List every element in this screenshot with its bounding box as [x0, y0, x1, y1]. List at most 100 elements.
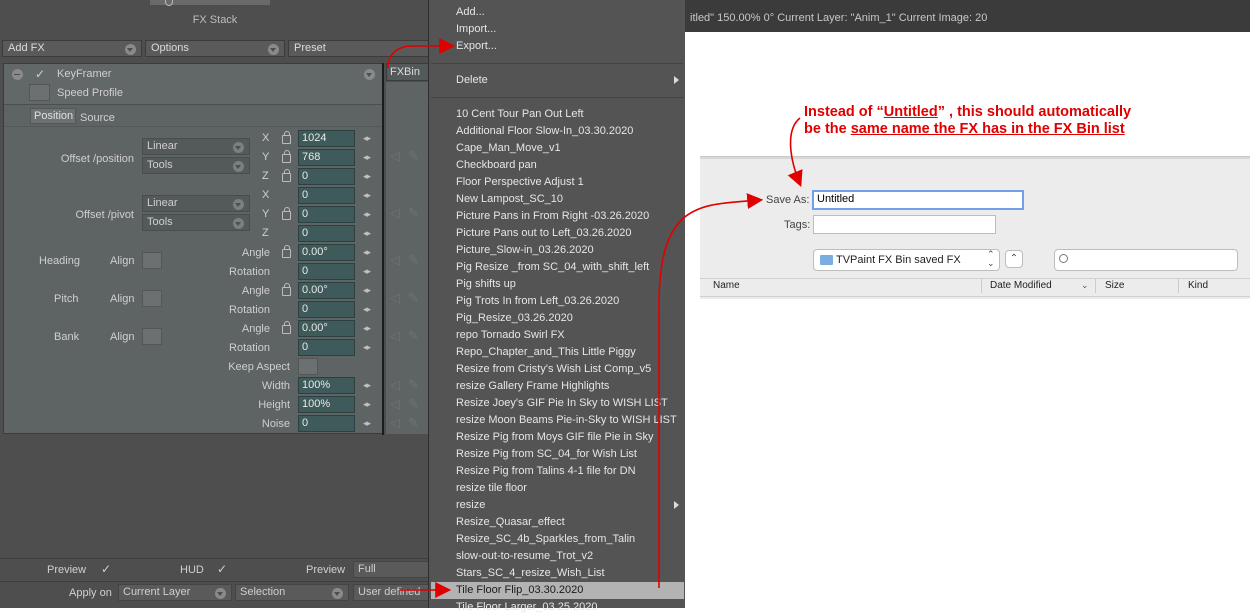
menu-item-preset[interactable]: Floor Perspective Adjust 1 — [456, 176, 584, 188]
pitch-rotation-field[interactable]: 0 — [298, 301, 355, 318]
stepper-arrows-icon[interactable]: ◂▸ — [363, 228, 371, 239]
lock-icon[interactable] — [282, 207, 291, 220]
column-size[interactable]: Size — [1105, 280, 1124, 291]
menu-item-preset[interactable]: Pig Resize _from SC_04_with_shift_left — [456, 261, 649, 273]
menu-item-preset[interactable]: Tile Floor Flip_03.30.2020 — [456, 584, 583, 596]
stepper-arrows-icon[interactable]: ◂▸ — [363, 342, 371, 353]
stepper-arrows-icon[interactable]: ◂▸ — [363, 247, 371, 258]
keyframe-icon[interactable]: ◁ — [390, 290, 400, 306]
menu-item-preset[interactable]: Additional Floor Slow-In_03.30.2020 — [456, 125, 633, 137]
stepper-arrows-icon[interactable]: ◂▸ — [363, 399, 371, 410]
menu-item-preset[interactable]: resize tile floor — [456, 482, 527, 494]
keep-aspect-checkbox[interactable] — [298, 358, 318, 375]
menu-item-preset[interactable]: resize — [456, 499, 485, 511]
wrench-icon[interactable]: ✎ — [408, 205, 419, 221]
tab-position[interactable]: Position — [30, 108, 76, 124]
bank-align-checkbox[interactable] — [142, 328, 162, 345]
heading-angle-field[interactable]: 0.00° — [298, 244, 355, 261]
stepper-arrows-icon[interactable]: ◂▸ — [363, 323, 371, 334]
column-name[interactable]: Name — [713, 280, 740, 291]
checkmark-icon[interactable]: ✓ — [35, 67, 45, 81]
pitch-angle-field[interactable]: 0.00° — [298, 282, 355, 299]
menu-item-preset[interactable]: Picture_Slow-in_03.26.2020 — [456, 244, 594, 256]
noise-field[interactable]: 0 — [298, 415, 355, 432]
bank-rotation-field[interactable]: 0 — [298, 339, 355, 356]
wrench-icon[interactable]: ✎ — [408, 415, 419, 431]
menu-item-preset[interactable]: Repo_Chapter_and_This Little Piggy — [456, 346, 636, 358]
height-field[interactable]: 100% — [298, 396, 355, 413]
lock-icon[interactable] — [282, 150, 291, 163]
user-defined-dropdown[interactable]: User defined — [353, 584, 430, 601]
menu-item-preset[interactable]: 10 Cent Tour Pan Out Left — [456, 108, 584, 120]
preset-dropdown[interactable]: Preset — [288, 40, 430, 57]
stepper-arrows-icon[interactable]: ◂▸ — [363, 380, 371, 391]
options-dropdown[interactable]: Options — [145, 40, 285, 57]
position-x-field[interactable]: 1024 — [298, 130, 355, 147]
menu-item-preset[interactable]: slow-out-to-resume_Trot_v2 — [456, 550, 593, 562]
tab-source[interactable]: Source — [80, 112, 115, 124]
keyframe-icon[interactable]: ◁ — [390, 205, 400, 221]
expand-button[interactable]: ⌃ — [1005, 250, 1023, 268]
menu-item-preset[interactable]: Pig Trots In from Left_03.26.2020 — [456, 295, 619, 307]
keyframe-icon[interactable]: ◁ — [390, 396, 400, 412]
stepper-arrows-icon[interactable]: ◂▸ — [363, 171, 371, 182]
lock-icon[interactable] — [282, 131, 291, 144]
pitch-align-checkbox[interactable] — [142, 290, 162, 307]
folder-popup[interactable]: TVPaint FX Bin saved FX — [813, 249, 1000, 271]
keyframe-icon[interactable]: ◁ — [390, 252, 400, 268]
menu-item-preset[interactable]: Pig_Resize_03.26.2020 — [456, 312, 573, 324]
search-input[interactable] — [1054, 249, 1238, 271]
wrench-icon[interactable]: ✎ — [408, 290, 419, 306]
menu-item-preset[interactable]: Pig shifts up — [456, 278, 516, 290]
wrench-icon[interactable]: ✎ — [408, 396, 419, 412]
fxbin-tab[interactable]: FXBin — [386, 63, 430, 81]
bank-angle-field[interactable]: 0.00° — [298, 320, 355, 337]
menu-item-preset[interactable]: Resize Joey's GIF Pie In Sky to WISH LIS… — [456, 397, 668, 409]
menu-item-preset[interactable]: repo Tornado Swirl FX — [456, 329, 565, 341]
lock-icon[interactable] — [282, 321, 291, 334]
stepper-arrows-icon[interactable]: ◂▸ — [363, 209, 371, 220]
heading-align-checkbox[interactable] — [142, 252, 162, 269]
menu-item-delete[interactable]: Delete — [456, 74, 488, 86]
menu-item-preset[interactable]: Resize Pig from SC_04_for Wish List — [456, 448, 637, 460]
stepper-arrows-icon[interactable]: ◂▸ — [363, 304, 371, 315]
wrench-icon[interactable]: ✎ — [408, 328, 419, 344]
keyframe-icon[interactable]: ◁ — [390, 148, 400, 164]
offset-pivot-mode-dropdown[interactable]: Tools — [142, 214, 250, 231]
search-icon[interactable] — [165, 0, 173, 6]
position-y-field[interactable]: 768 — [298, 149, 355, 166]
lock-icon[interactable] — [282, 283, 291, 296]
menu-item-preset[interactable]: Resize from Cristy's Wish List Comp_v5 — [456, 363, 651, 375]
menu-item-preset[interactable]: resize Moon Beams Pie-in-Sky to WISH LIS… — [456, 414, 677, 426]
stepper-arrows-icon[interactable]: ◂▸ — [363, 133, 371, 144]
menu-item-preset[interactable]: Tile Floor Larger_03.25.2020 — [456, 601, 597, 613]
wrench-icon[interactable]: ✎ — [408, 148, 419, 164]
width-field[interactable]: 100% — [298, 377, 355, 394]
pivot-y-field[interactable]: 0 — [298, 206, 355, 223]
menu-item-preset[interactable]: Resize Pig from Talins 4-1 file for DN — [456, 465, 636, 477]
menu-item-preset[interactable]: Resize_SC_4b_Sparkles_from_Talin — [456, 533, 635, 545]
preview-check-icon[interactable]: ✓ — [101, 562, 111, 576]
tags-input[interactable] — [813, 215, 996, 234]
menu-item-preset[interactable]: Resize Pig from Moys GIF file Pie in Sky — [456, 431, 653, 443]
stepper-arrows-icon[interactable]: ◂▸ — [363, 285, 371, 296]
menu-item-import[interactable]: Import... — [456, 23, 496, 35]
stepper-arrows-icon[interactable]: ◂▸ — [363, 418, 371, 429]
heading-rotation-field[interactable]: 0 — [298, 263, 355, 280]
offset-position-interp-dropdown[interactable]: Linear — [142, 138, 250, 155]
preview-mode-dropdown[interactable]: Full — [353, 561, 430, 578]
menu-item-preset[interactable]: New Lampost_SC_10 — [456, 193, 563, 205]
menu-item-preset[interactable]: Checkboard pan — [456, 159, 537, 171]
column-kind[interactable]: Kind — [1188, 280, 1208, 291]
speed-profile-checkbox[interactable] — [29, 84, 50, 101]
menu-item-preset[interactable]: Stars_SC_4_resize_Wish_List — [456, 567, 605, 579]
collapse-icon[interactable] — [12, 69, 23, 80]
menu-item-export[interactable]: Export... — [456, 40, 497, 52]
add-fx-dropdown[interactable]: Add FX — [2, 40, 142, 57]
menu-item-preset[interactable]: Resize_Quasar_effect — [456, 516, 565, 528]
wrench-icon[interactable]: ✎ — [408, 377, 419, 393]
menu-item-preset[interactable]: Cape_Man_Move_v1 — [456, 142, 561, 154]
save-as-input[interactable]: Untitled — [812, 190, 1024, 210]
selection-dropdown[interactable]: Selection — [235, 584, 349, 601]
pivot-x-field[interactable]: 0 — [298, 187, 355, 204]
